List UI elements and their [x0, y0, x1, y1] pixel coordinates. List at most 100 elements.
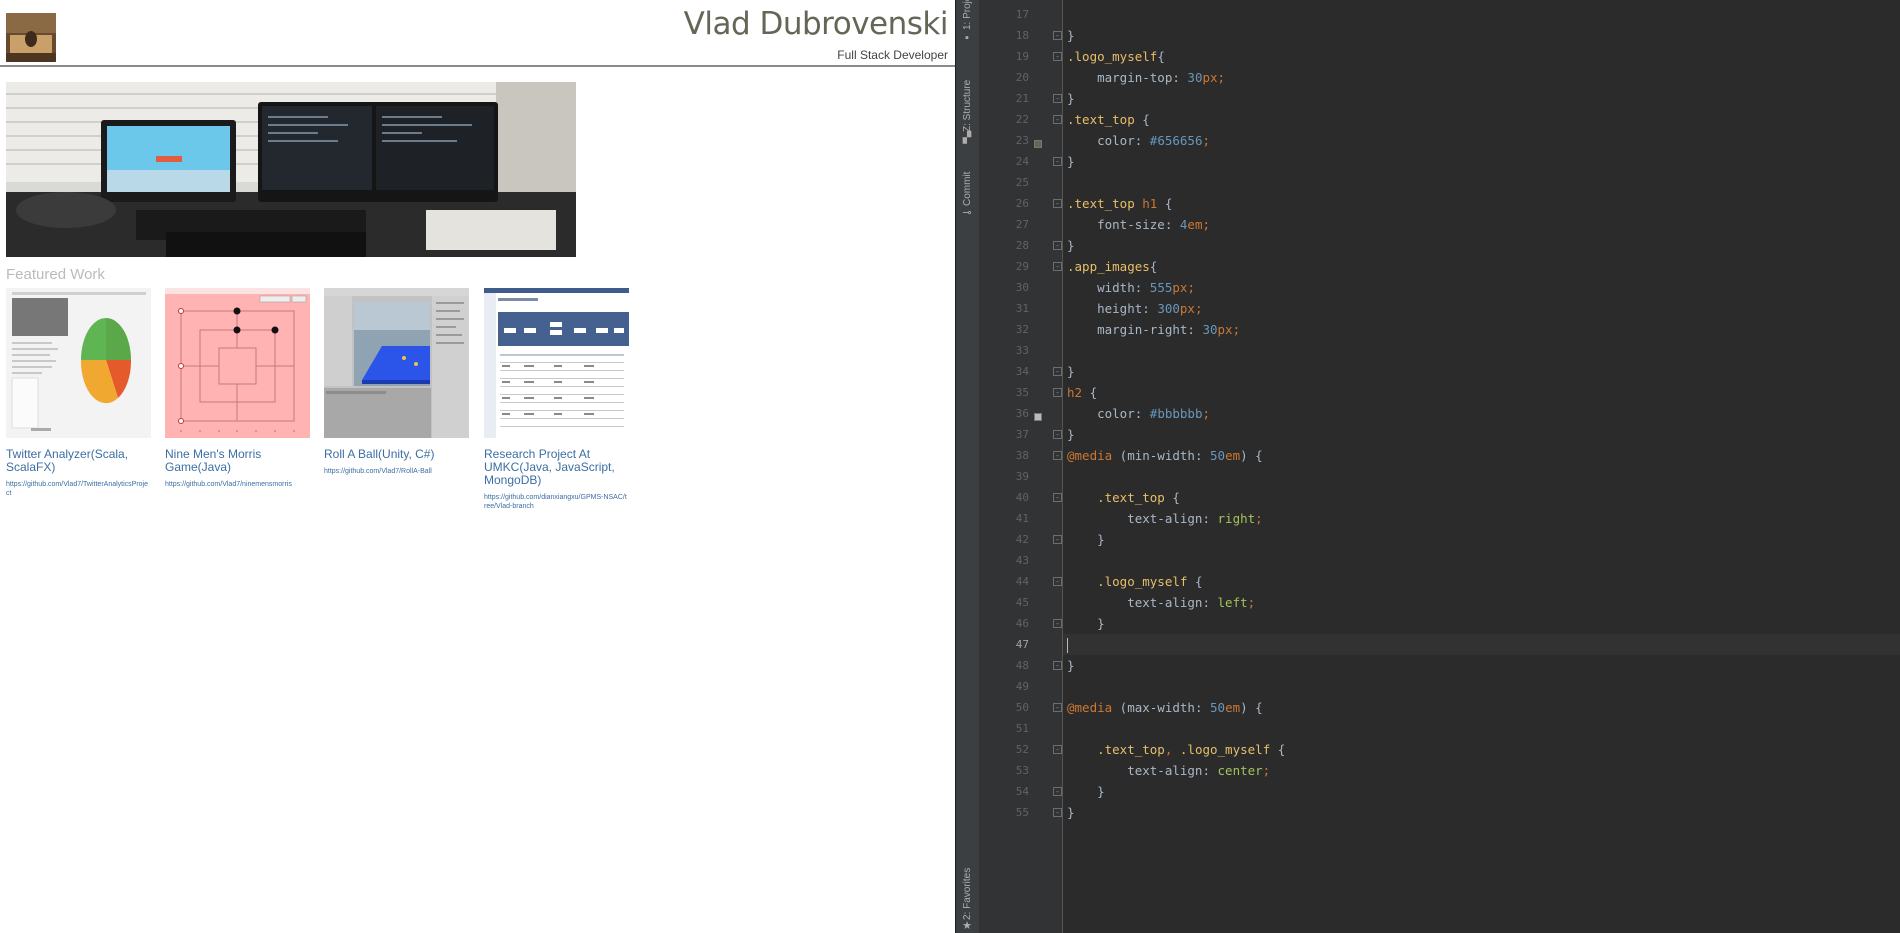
- code-token: center: [1217, 763, 1263, 778]
- fold-end-icon[interactable]: -: [1053, 619, 1062, 628]
- work-title-link[interactable]: Roll A Ball(Unity, C#): [324, 448, 469, 461]
- code-line[interactable]: }: [1063, 802, 1900, 823]
- code-line[interactable]: color: #bbbbbb;: [1063, 403, 1900, 424]
- code-line[interactable]: }: [1063, 529, 1900, 550]
- code-line[interactable]: [1063, 550, 1900, 571]
- code-token: em: [1225, 448, 1241, 463]
- code-line[interactable]: color: #656656;: [1063, 130, 1900, 151]
- code-token: text-align:: [1067, 595, 1218, 610]
- fold-end-icon[interactable]: -: [1053, 367, 1062, 376]
- code-token: @media: [1067, 700, 1113, 715]
- code-token: #656656: [1149, 133, 1203, 148]
- horizontal-scrollbar[interactable]: [1063, 925, 1900, 933]
- code-line[interactable]: }: [1063, 88, 1900, 109]
- code-line[interactable]: text-align: center;: [1063, 760, 1900, 781]
- code-line[interactable]: height: 300px;: [1063, 298, 1900, 319]
- code-line[interactable]: [1063, 466, 1900, 487]
- hero-image: [6, 82, 576, 257]
- code-token: em: [1225, 700, 1241, 715]
- fold-open-icon[interactable]: -: [1053, 745, 1062, 754]
- line-number: 52: [1015, 743, 1029, 756]
- fold-open-icon[interactable]: -: [1053, 493, 1062, 502]
- fold-end-icon[interactable]: -: [1053, 241, 1062, 250]
- code-line[interactable]: font-size: 4em;: [1063, 214, 1900, 235]
- code-line[interactable]: [1063, 4, 1900, 25]
- fold-end-icon[interactable]: -: [1053, 157, 1062, 166]
- project-tool-button[interactable]: 1: Project ▪: [956, 0, 980, 46]
- code-line[interactable]: [1063, 718, 1900, 739]
- work-repo-link[interactable]: https://github.com/Vlad7/ninemensmorris: [165, 480, 310, 489]
- code-editor[interactable]: } .logo_myself{ margin-top: 30px;} .text_t…: [1063, 0, 1900, 933]
- work-title-link[interactable]: Research Project At UMKC(Java, JavaScrip…: [484, 448, 629, 487]
- code-line[interactable]: .logo_myself {: [1063, 571, 1900, 592]
- fold-open-icon[interactable]: -: [1053, 451, 1062, 460]
- line-number: 26: [1015, 197, 1029, 210]
- code-line[interactable]: width: 555px;: [1063, 277, 1900, 298]
- code-line[interactable]: text-align: left;: [1063, 592, 1900, 613]
- code-line[interactable]: [1063, 634, 1900, 655]
- work-repo-link[interactable]: https://github.com/dianxiangxu/GPMS-NSAC…: [484, 493, 629, 511]
- code-line[interactable]: .text_top {: [1063, 487, 1900, 508]
- line-number: 39: [1015, 470, 1029, 483]
- fold-open-icon[interactable]: -: [1053, 577, 1062, 586]
- code-line[interactable]: .logo_myself{: [1063, 46, 1900, 67]
- code-line[interactable]: }: [1063, 151, 1900, 172]
- code-line[interactable]: text-align: right;: [1063, 508, 1900, 529]
- fold-open-icon[interactable]: -: [1053, 52, 1062, 61]
- fold-open-icon[interactable]: -: [1053, 262, 1062, 271]
- favorites-tool-button[interactable]: 2: Favorites ★: [956, 860, 980, 933]
- color-swatch-icon[interactable]: [1034, 140, 1042, 148]
- fold-open-icon[interactable]: -: [1053, 115, 1062, 124]
- code-line[interactable]: [1063, 676, 1900, 697]
- work-title-link[interactable]: Twitter Analyzer(Scala, ScalaFX): [6, 448, 151, 474]
- code-token: (min-width:: [1112, 448, 1210, 463]
- code-token: em: [1187, 217, 1203, 232]
- work-thumbnail[interactable]: [484, 288, 629, 438]
- fold-end-icon[interactable]: -: [1053, 535, 1062, 544]
- fold-open-icon[interactable]: -: [1053, 388, 1062, 397]
- code-line[interactable]: margin-right: 30px;: [1063, 319, 1900, 340]
- work-thumbnail[interactable]: [324, 288, 469, 438]
- line-number: 17: [1015, 8, 1029, 21]
- commit-tool-button[interactable]: Commit ⊸: [956, 160, 980, 220]
- code-token: ) {: [1240, 448, 1263, 463]
- fold-end-icon[interactable]: -: [1053, 94, 1062, 103]
- code-line[interactable]: .text_top h1 {: [1063, 193, 1900, 214]
- fold-end-icon[interactable]: -: [1053, 430, 1062, 439]
- code-token: px: [1172, 280, 1188, 295]
- structure-tool-button[interactable]: Z: Structure ▞: [956, 68, 980, 146]
- code-line[interactable]: }: [1063, 655, 1900, 676]
- work-repo-link[interactable]: https://github.com/Vlad7/TwitterAnalytic…: [6, 480, 151, 498]
- code-line[interactable]: [1063, 340, 1900, 361]
- folder-icon: ▪: [965, 32, 969, 44]
- code-line[interactable]: }: [1063, 235, 1900, 256]
- code-line[interactable]: [1063, 172, 1900, 193]
- code-token: right: [1217, 511, 1256, 526]
- code-line[interactable]: }: [1063, 781, 1900, 802]
- code-line[interactable]: h2 {: [1063, 382, 1900, 403]
- code-line[interactable]: .app_images{: [1063, 256, 1900, 277]
- code-line[interactable]: @media (max-width: 50em) {: [1063, 697, 1900, 718]
- code-line[interactable]: }: [1063, 25, 1900, 46]
- work-title-link[interactable]: Nine Men's Morris Game(Java): [165, 448, 310, 474]
- work-repo-link[interactable]: https://github.com/Vlad7/RollA-Ball: [324, 467, 469, 476]
- fold-end-icon[interactable]: -: [1053, 787, 1062, 796]
- code-line[interactable]: margin-top: 30px;: [1063, 67, 1900, 88]
- work-thumbnail[interactable]: [165, 288, 310, 438]
- code-line[interactable]: }: [1063, 424, 1900, 445]
- fold-open-icon[interactable]: -: [1053, 199, 1062, 208]
- line-number: 24: [1015, 155, 1029, 168]
- code-line[interactable]: .text_top {: [1063, 109, 1900, 130]
- fold-end-icon[interactable]: -: [1053, 808, 1062, 817]
- code-line[interactable]: @media (min-width: 50em) {: [1063, 445, 1900, 466]
- color-swatch-icon[interactable]: [1034, 413, 1042, 421]
- code-token: 30: [1202, 322, 1218, 337]
- code-line[interactable]: }: [1063, 361, 1900, 382]
- fold-end-icon[interactable]: -: [1053, 661, 1062, 670]
- fold-open-icon[interactable]: -: [1053, 703, 1062, 712]
- code-line[interactable]: }: [1063, 613, 1900, 634]
- code-line[interactable]: .text_top, .logo_myself {: [1063, 739, 1900, 760]
- work-thumbnail[interactable]: [6, 288, 151, 438]
- fold-end-icon[interactable]: -: [1053, 31, 1062, 40]
- commit-tool-label: Commit: [962, 171, 973, 206]
